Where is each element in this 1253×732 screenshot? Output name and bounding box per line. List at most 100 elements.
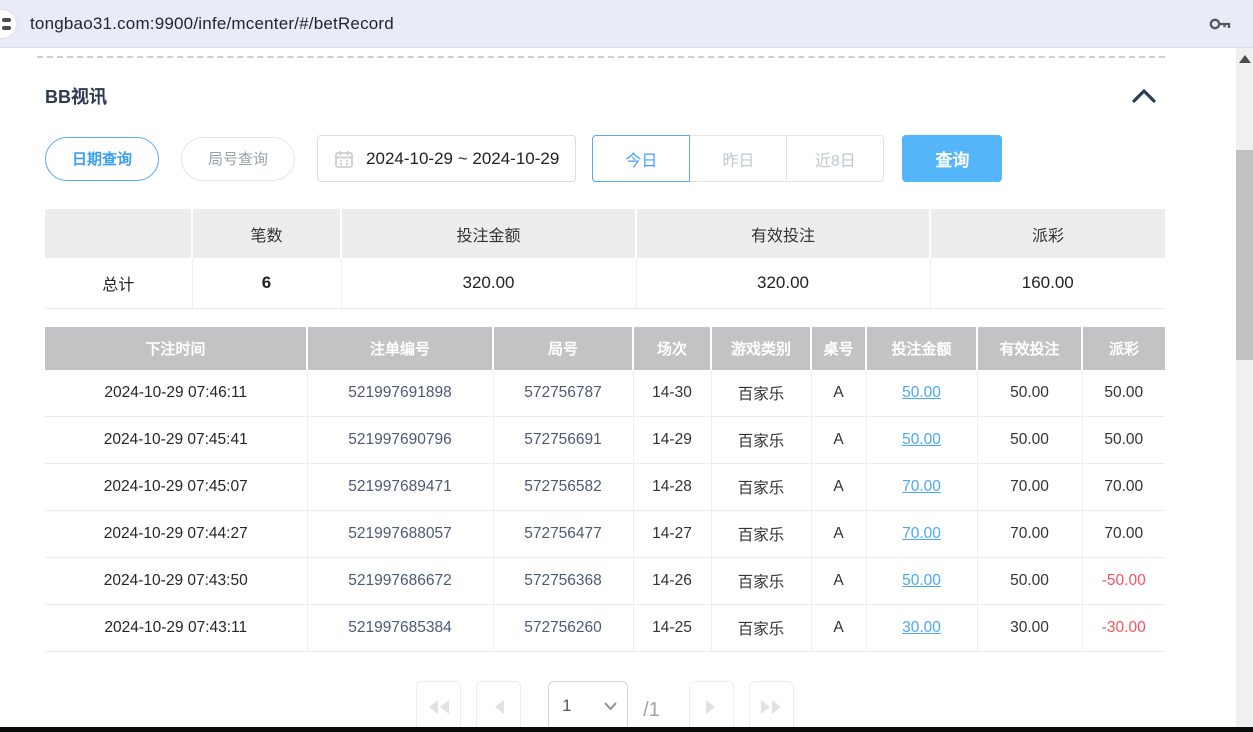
total-pages-label: /1 [643,699,660,722]
bet-amount-link[interactable]: 70.00 [902,525,941,542]
table-row: 2024-10-29 07:43:11 521997685384 5727562… [45,605,1165,652]
col-header-round-id: 局号 [493,327,633,370]
session-cell: 14-26 [633,558,711,605]
col-header-game-type: 游戏类别 [711,327,811,370]
summary-table: 笔数 投注金额 有效投注 派彩 总计 6 320.00 320.00 160.0… [45,209,1165,309]
valid-bet-cell: 50.00 [977,558,1082,605]
calendar-icon [334,149,354,169]
table-no-cell: A [811,558,866,605]
last-8-days-button[interactable]: 近8日 [786,135,884,182]
bet-time-cell: 2024-10-29 07:45:07 [45,464,307,511]
col-header-session: 场次 [633,327,711,370]
dashed-divider [37,56,1165,58]
col-header-bet-time: 下注时间 [45,327,307,370]
order-id-cell: 521997686672 [307,558,493,605]
summary-header-count: 笔数 [192,209,341,258]
round-id-cell: 572756582 [493,464,633,511]
date-range-input[interactable]: 2024-10-29 ~ 2024-10-29 [317,135,576,182]
last-page-button[interactable] [749,681,794,731]
payout-cell: 70.00 [1082,464,1165,511]
table-no-cell: A [811,605,866,652]
next-page-button[interactable] [689,681,734,731]
table-row: 2024-10-29 07:44:27 521997688057 5727564… [45,511,1165,558]
site-favicon [0,9,17,39]
col-header-order-id: 注单编号 [307,327,493,370]
payout-cell: -50.00 [1082,558,1165,605]
payout-cell: 70.00 [1082,511,1165,558]
payout-cell: 50.00 [1082,370,1165,417]
scrollbar-up-arrow-icon[interactable] [1239,55,1251,63]
session-cell: 14-27 [633,511,711,558]
round-id-cell: 572756368 [493,558,633,605]
session-cell: 14-29 [633,417,711,464]
bet-time-cell: 2024-10-29 07:45:41 [45,417,307,464]
game-type-cell: 百家乐 [711,370,811,417]
pagination: 1 /1 [45,681,1165,731]
bet-amount-link[interactable]: 50.00 [902,384,941,401]
table-row: 2024-10-29 07:45:41 521997690796 5727566… [45,417,1165,464]
order-id-cell: 521997688057 [307,511,493,558]
table-row: 2024-10-29 07:43:50 521997686672 5727563… [45,558,1165,605]
first-page-button[interactable] [416,681,461,731]
vertical-scrollbar[interactable] [1236,48,1253,732]
round-id-cell: 572756260 [493,605,633,652]
date-range-value: 2024-10-29 ~ 2024-10-29 [366,149,559,169]
table-no-cell: A [811,417,866,464]
order-id-cell: 521997691898 [307,370,493,417]
page-select[interactable]: 1 [548,681,628,731]
game-type-cell: 百家乐 [711,417,811,464]
table-row: 2024-10-29 07:45:07 521997689471 5727565… [45,464,1165,511]
payout-cell: -30.00 [1082,605,1165,652]
valid-bet-cell: 50.00 [977,370,1082,417]
bet-amount-link[interactable]: 50.00 [902,572,941,589]
col-header-valid-bet: 有效投注 [977,327,1082,370]
valid-bet-cell: 70.00 [977,511,1082,558]
scrollbar-thumb[interactable] [1236,150,1253,360]
summary-header-payout: 派彩 [930,209,1165,258]
bet-time-cell: 2024-10-29 07:46:11 [45,370,307,417]
order-id-cell: 521997689471 [307,464,493,511]
search-button[interactable]: 查询 [902,135,1002,182]
chevron-down-icon [604,702,617,711]
summary-header-valid-bet: 有效投注 [636,209,930,258]
today-button[interactable]: 今日 [592,135,690,182]
col-header-table-no: 桌号 [811,327,866,370]
col-header-bet-amount: 投注金额 [866,327,977,370]
bet-amount-link[interactable]: 70.00 [902,478,941,495]
collapse-panel-button[interactable] [1131,87,1157,105]
summary-payout-value: 160.00 [930,258,1165,308]
valid-bet-cell: 70.00 [977,464,1082,511]
left-arrow-icon [492,698,506,716]
bet-time-cell: 2024-10-29 07:44:27 [45,511,307,558]
session-cell: 14-28 [633,464,711,511]
address-bar-url[interactable]: tongbao31.com:9900/infe/mcenter/#/betRec… [30,14,394,34]
game-type-cell: 百家乐 [711,511,811,558]
table-row: 2024-10-29 07:46:11 521997691898 5727567… [45,370,1165,417]
session-cell: 14-30 [633,370,711,417]
key-icon[interactable] [1207,11,1233,42]
bet-record-panel: BB视讯 日期查询 局号查询 2024-10-29 ~ 2024-10-29 [45,83,1165,731]
bet-amount-link[interactable]: 30.00 [902,619,941,636]
bet-amount-link[interactable]: 50.00 [902,431,941,448]
date-query-tab[interactable]: 日期查询 [45,137,159,181]
round-id-cell: 572756691 [493,417,633,464]
round-query-tab[interactable]: 局号查询 [181,137,295,181]
table-no-cell: A [811,370,866,417]
payout-cell: 50.00 [1082,417,1165,464]
session-cell: 14-25 [633,605,711,652]
summary-header-bet-amount: 投注金额 [341,209,636,258]
bet-record-table: 下注时间 注单编号 局号 场次 游戏类别 桌号 投注金额 有效投注 派彩 202… [45,327,1165,653]
summary-total-row: 总计 6 320.00 320.00 160.00 [45,258,1165,308]
yesterday-button[interactable]: 昨日 [689,135,787,182]
valid-bet-cell: 30.00 [977,605,1082,652]
round-id-cell: 572756787 [493,370,633,417]
summary-header-blank [45,209,192,258]
panel-title: BB视讯 [45,83,107,109]
prev-page-button[interactable] [476,681,521,731]
bet-table-header-row: 下注时间 注单编号 局号 场次 游戏类别 桌号 投注金额 有效投注 派彩 [45,327,1165,370]
table-no-cell: A [811,511,866,558]
quick-date-group: 今日 昨日 近8日 [592,135,884,182]
order-id-cell: 521997685384 [307,605,493,652]
summary-bet-amount-value: 320.00 [341,258,636,308]
bet-time-cell: 2024-10-29 07:43:50 [45,558,307,605]
